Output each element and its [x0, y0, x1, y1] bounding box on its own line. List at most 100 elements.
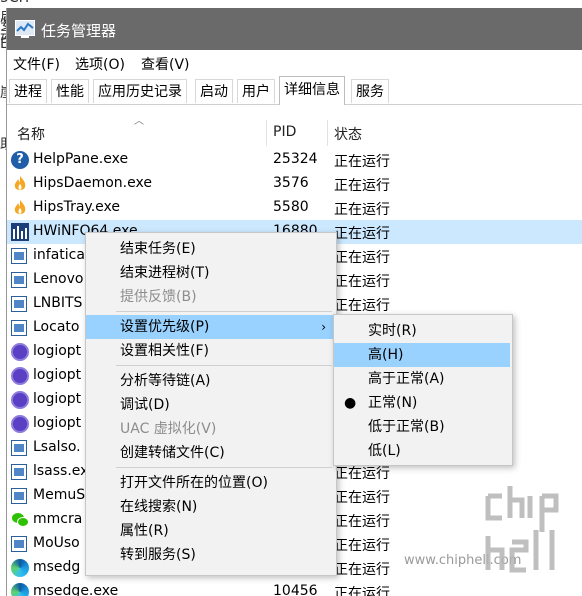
logi-icon: [11, 343, 29, 361]
flame-icon: [14, 176, 26, 190]
tab-processes[interactable]: 进程: [9, 79, 47, 103]
context-menu-item[interactable]: 创建转储文件(C): [86, 441, 334, 465]
process-name: msedge.exe: [33, 583, 119, 596]
context-menu-item[interactable]: 转到服务(S): [86, 543, 334, 567]
window-icon: [11, 320, 27, 336]
window-icon: [11, 248, 27, 264]
process-pid: 3576: [273, 175, 309, 191]
column-status[interactable]: 状态: [334, 124, 362, 144]
context-menu-item[interactable]: UAC 虚拟化(V): [86, 417, 334, 441]
column-separator[interactable]: [327, 120, 328, 146]
process-pid: 10456: [273, 583, 318, 596]
process-status: 正在运行: [334, 298, 390, 314]
task-manager-icon: [15, 20, 35, 38]
window-icon: [11, 440, 27, 456]
priority-option[interactable]: 实时(R): [334, 319, 510, 343]
logi-icon: [11, 391, 29, 409]
process-status: 正在运行: [334, 490, 390, 506]
sort-ascending-icon: ︿: [134, 116, 144, 127]
priority-option[interactable]: 低(L): [334, 439, 510, 463]
context-menu-item-label: 提供反馈(B): [120, 289, 197, 305]
process-status: 正在运行: [334, 226, 390, 242]
context-menu-item-label: 在线搜索(N): [120, 499, 198, 515]
menu-divider: [116, 365, 332, 366]
tab-services[interactable]: 服务: [351, 79, 389, 103]
process-name: lsass.ex: [33, 463, 89, 479]
process-name: MoUso: [33, 535, 80, 551]
context-menu-item[interactable]: 属性(R): [86, 519, 334, 543]
process-name: logiopt: [33, 391, 82, 407]
context-menu-item[interactable]: 在线搜索(N): [86, 495, 334, 519]
priority-submenu: 实时(R) 高(H) 高于正常(A) ● 正常(N) 低于正常(B) 低(L): [333, 314, 513, 466]
priority-option-label: 正常(N): [368, 395, 418, 411]
column-name[interactable]: 名称: [17, 124, 45, 144]
chiphell-logo-icon: [485, 486, 559, 573]
title-bar[interactable]: 任务管理器: [7, 8, 582, 50]
priority-option-label: 低于正常(B): [368, 419, 445, 435]
process-name: Locato: [33, 319, 80, 335]
column-header: ︿ 名称 PID 状态: [7, 116, 582, 146]
process-status: 正在运行: [334, 250, 390, 266]
context-menu-item-label: 创建转储文件(C): [120, 445, 225, 461]
process-status: 正在运行: [334, 202, 390, 218]
context-menu-item-label: 结束任务(E): [120, 241, 196, 257]
process-pid: 25324: [273, 151, 318, 167]
tab-performance[interactable]: 性能: [51, 79, 89, 103]
context-menu: 结束任务(E) 结束进程树(T) 提供反馈(B) 设置优先级(P) › 设置相关性(F) 分…: [85, 232, 337, 576]
column-pid[interactable]: PID: [273, 124, 296, 140]
process-name: MemuS: [33, 487, 86, 503]
menu-options[interactable]: 选项(O): [75, 54, 125, 74]
logi-icon: [11, 367, 29, 385]
context-menu-item[interactable]: 提供反馈(B): [86, 285, 334, 309]
process-status: 正在运行: [334, 154, 390, 170]
context-menu-item[interactable]: 结束任务(E): [86, 237, 334, 261]
context-menu-item[interactable]: 结束进程树(T): [86, 261, 334, 285]
priority-option[interactable]: ● 正常(N): [334, 391, 510, 415]
process-name: logiopt: [33, 367, 82, 383]
window-icon: [11, 488, 27, 504]
tab-users[interactable]: 用户: [237, 79, 275, 103]
context-menu-item[interactable]: 打开文件所在的位置(O): [86, 471, 334, 495]
priority-option[interactable]: 高于正常(A): [334, 367, 510, 391]
process-name: Lsalso.: [33, 439, 81, 455]
context-menu-item-label: 转到服务(S): [120, 547, 196, 563]
context-menu-item-label: 打开文件所在的位置(O): [120, 475, 268, 491]
priority-option-label: 实时(R): [368, 323, 417, 339]
process-status: 正在运行: [334, 538, 390, 554]
window-icon: [11, 536, 27, 552]
chevron-right-icon: ›: [321, 320, 326, 334]
logi-icon: [11, 415, 29, 433]
tab-strip: 进程 性能 应用历史记录 启动 用户 详细信息 服务: [7, 76, 582, 105]
context-menu-item-label: 调试(D): [120, 397, 170, 413]
context-menu-item[interactable]: 设置优先级(P) ›: [86, 315, 334, 339]
window-icon: [11, 296, 27, 312]
help-icon: ?: [11, 151, 29, 169]
menu-bar: 文件(F) 选项(O) 查看(V): [7, 50, 582, 76]
process-status: 正在运行: [334, 466, 390, 482]
menu-file[interactable]: 文件(F): [13, 54, 60, 74]
process-name: mmcra: [33, 511, 83, 527]
process-name: logiopt: [33, 415, 82, 431]
tab-app-history[interactable]: 应用历史记录: [93, 79, 187, 103]
tab-startup[interactable]: 启动: [195, 79, 233, 103]
table-row[interactable]: ? HelpPane.exe 25324 正在运行: [7, 148, 582, 172]
edge-icon: [11, 583, 29, 596]
table-row[interactable]: HipsTray.exe 5580 正在运行: [7, 196, 582, 220]
context-menu-item[interactable]: 设置相关性(F): [86, 339, 334, 363]
process-name: infatica: [33, 247, 85, 263]
context-menu-item-label: 分析等待链(A): [120, 373, 211, 389]
context-menu-item[interactable]: 分析等待链(A): [86, 369, 334, 393]
menu-view[interactable]: 查看(V): [141, 54, 190, 74]
column-separator[interactable]: [266, 120, 267, 146]
context-menu-item[interactable]: 调试(D): [86, 393, 334, 417]
tab-details[interactable]: 详细信息: [279, 76, 345, 105]
hwinfo-icon: [11, 223, 29, 241]
context-menu-item-label: 设置优先级(P): [120, 319, 210, 335]
priority-option[interactable]: 高(H): [334, 343, 510, 367]
priority-option-label: 高(H): [368, 347, 404, 363]
table-row[interactable]: HipsDaemon.exe 3576 正在运行: [7, 172, 582, 196]
process-name: HipsDaemon.exe: [33, 175, 152, 191]
process-name: HelpPane.exe: [33, 151, 129, 167]
priority-option-label: 低(L): [368, 443, 401, 459]
priority-option[interactable]: 低于正常(B): [334, 415, 510, 439]
